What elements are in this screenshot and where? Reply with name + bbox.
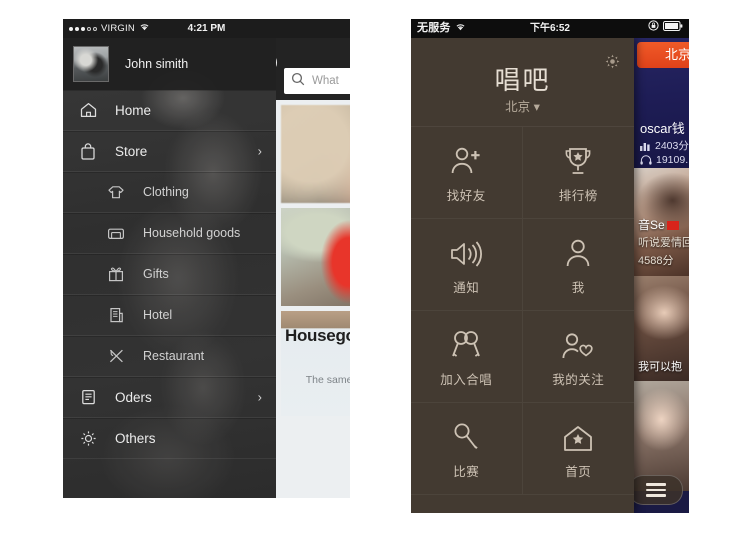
status-bar-right (648, 19, 683, 38)
feed-overlay-line: 4588分 (638, 255, 674, 267)
card-body-text: The same tbetyou and (305, 374, 350, 386)
home-icon (77, 99, 99, 121)
search-icon[interactable] (276, 52, 277, 73)
grid-item-me[interactable]: 我 (522, 219, 634, 311)
grid-item-label: 通知 (453, 280, 480, 295)
trophy-icon (562, 142, 594, 176)
sidebar-item-household-goods[interactable]: Household goods (63, 213, 276, 254)
feed-overlay-line: 听说爱情回 (638, 237, 689, 249)
sidebar-item-hotel[interactable]: Hotel (63, 295, 276, 336)
search-icon (291, 72, 305, 91)
app-title: 唱吧 (494, 65, 551, 95)
document-icon (77, 386, 99, 408)
feed-card-photo[interactable] (281, 105, 350, 203)
left-phone-screenshot: VIRGIN 4:21 PM What Housegoods The same (63, 19, 350, 498)
chevron-right-icon: › (257, 389, 262, 405)
grid-item-label: 我 (571, 280, 585, 295)
clock-label: 4:21 PM (187, 23, 226, 34)
navigation-drawer: John simith Home Store › Clothing Househ… (63, 38, 276, 498)
profile-header[interactable]: John simith (63, 38, 276, 90)
grid-item-label: 我的关注 (552, 372, 605, 387)
flag-icon (666, 221, 679, 230)
content-pane: What Housegoods The same tbetyou and (276, 38, 350, 498)
sidebar-item-label: Others (115, 430, 156, 446)
sidebar-item-label: Home (115, 102, 152, 118)
add-friend-icon (449, 142, 483, 176)
grid-item-home[interactable]: 首页 (522, 403, 634, 495)
search-placeholder: What (312, 75, 339, 87)
sofa-icon (105, 222, 127, 244)
person-heart-icon (561, 326, 595, 360)
sidebar-item-label: Gifts (143, 267, 169, 281)
sidebar-item-oders[interactable]: Oders › (63, 377, 276, 418)
grid-item-find-friends[interactable]: 找好友 (411, 127, 523, 219)
tshirt-icon (105, 181, 127, 203)
sidebar-item-clothing[interactable]: Clothing (63, 172, 276, 213)
sidebar-item-label: Store (115, 143, 148, 159)
sidebar-item-label: Restaurant (143, 349, 205, 363)
feed-score: 2403分 (640, 138, 689, 153)
building-icon (105, 304, 127, 326)
sidebar-item-store[interactable]: Store › (63, 131, 276, 172)
avatar[interactable] (73, 46, 109, 82)
city-selector[interactable]: 北京 ▾ (411, 96, 634, 115)
feed-card-text[interactable]: Housegoods The same tbetyou and (281, 311, 350, 416)
mic-icon (451, 418, 481, 452)
app-topbar: What (276, 38, 350, 100)
grid-item-join-chorus[interactable]: 加入合唱 (411, 311, 523, 403)
grid-item-my-follows[interactable]: 我的关注 (522, 311, 634, 403)
chart-icon (640, 142, 650, 151)
feed-overlay-line: 音Se (638, 216, 681, 233)
grid-item-leaderboard[interactable]: 排行榜 (522, 127, 634, 219)
sidebar-item-gifts[interactable]: Gifts (63, 254, 276, 295)
grid-item-label: 首页 (565, 464, 592, 479)
hamburger-icon[interactable] (634, 475, 683, 505)
grid-item-label: 找好友 (446, 188, 486, 203)
dual-mic-icon (449, 326, 483, 360)
gear-icon (77, 427, 99, 449)
sidebar-item-label: Hotel (143, 308, 173, 322)
speaker-icon (449, 234, 483, 268)
feed-plays-text: 19109. (656, 154, 689, 166)
home-star-icon (562, 418, 594, 452)
feed-card-photo[interactable] (281, 208, 350, 306)
grid-item-label: 比赛 (453, 464, 480, 479)
chevron-right-icon: › (257, 143, 262, 159)
overlay-menu: 唱吧 北京 ▾ 找好友 排行榜 通知 我 加入合唱 我的关注 比赛 首页 (411, 38, 634, 513)
right-status-bar: 无服务 下午6:52 (411, 19, 689, 38)
feed-pane: 北京 oscar钱 2403分 19109. 音Se 听说爱情回 4588分 我… (634, 38, 689, 513)
sidebar-item-label: Clothing (143, 185, 189, 199)
card-headline: Housegoods (285, 326, 350, 345)
grid-item-notifications[interactable]: 通知 (411, 219, 523, 311)
feed-user-name: oscar钱 (640, 121, 685, 136)
gift-icon (105, 263, 127, 285)
feed-item[interactable]: 我可以抱 (634, 276, 689, 381)
grid-item-label: 加入合唱 (440, 372, 493, 387)
headphone-icon (640, 155, 652, 165)
city-filter-button[interactable]: 北京 (637, 42, 689, 68)
search-input[interactable]: What (284, 68, 350, 94)
menu-grid: 找好友 排行榜 通知 我 加入合唱 我的关注 比赛 首页 (411, 127, 634, 495)
bag-icon (77, 140, 99, 162)
sidebar-item-label: Household goods (143, 226, 241, 240)
grid-item-label: 排行榜 (558, 188, 598, 203)
sidebar-item-restaurant[interactable]: Restaurant (63, 336, 276, 377)
sidebar-item-home[interactable]: Home (63, 90, 276, 131)
grid-item-contest[interactable]: 比赛 (411, 403, 523, 495)
feed-item[interactable]: 音Se 听说爱情回 4588分 (634, 168, 689, 276)
left-status-bar: VIRGIN 4:21 PM (63, 19, 350, 38)
person-icon (564, 234, 592, 268)
feed-score-text: 2403分 (655, 140, 689, 152)
cutlery-icon (105, 345, 127, 367)
rotation-lock-icon (648, 19, 659, 38)
sidebar-item-others[interactable]: Others (63, 418, 276, 459)
feed-plays: 19109. (640, 154, 688, 166)
profile-name: John simith (125, 57, 189, 71)
app-header: 唱吧 北京 ▾ (411, 38, 634, 127)
feed-overlay-line: 我可以抱 (638, 361, 682, 373)
battery-icon (663, 19, 683, 38)
sidebar-item-label: Oders (115, 389, 152, 405)
right-phone-screenshot: 无服务 下午6:52 北京 oscar钱 2403分 19109. 音Se 听说… (411, 19, 689, 513)
